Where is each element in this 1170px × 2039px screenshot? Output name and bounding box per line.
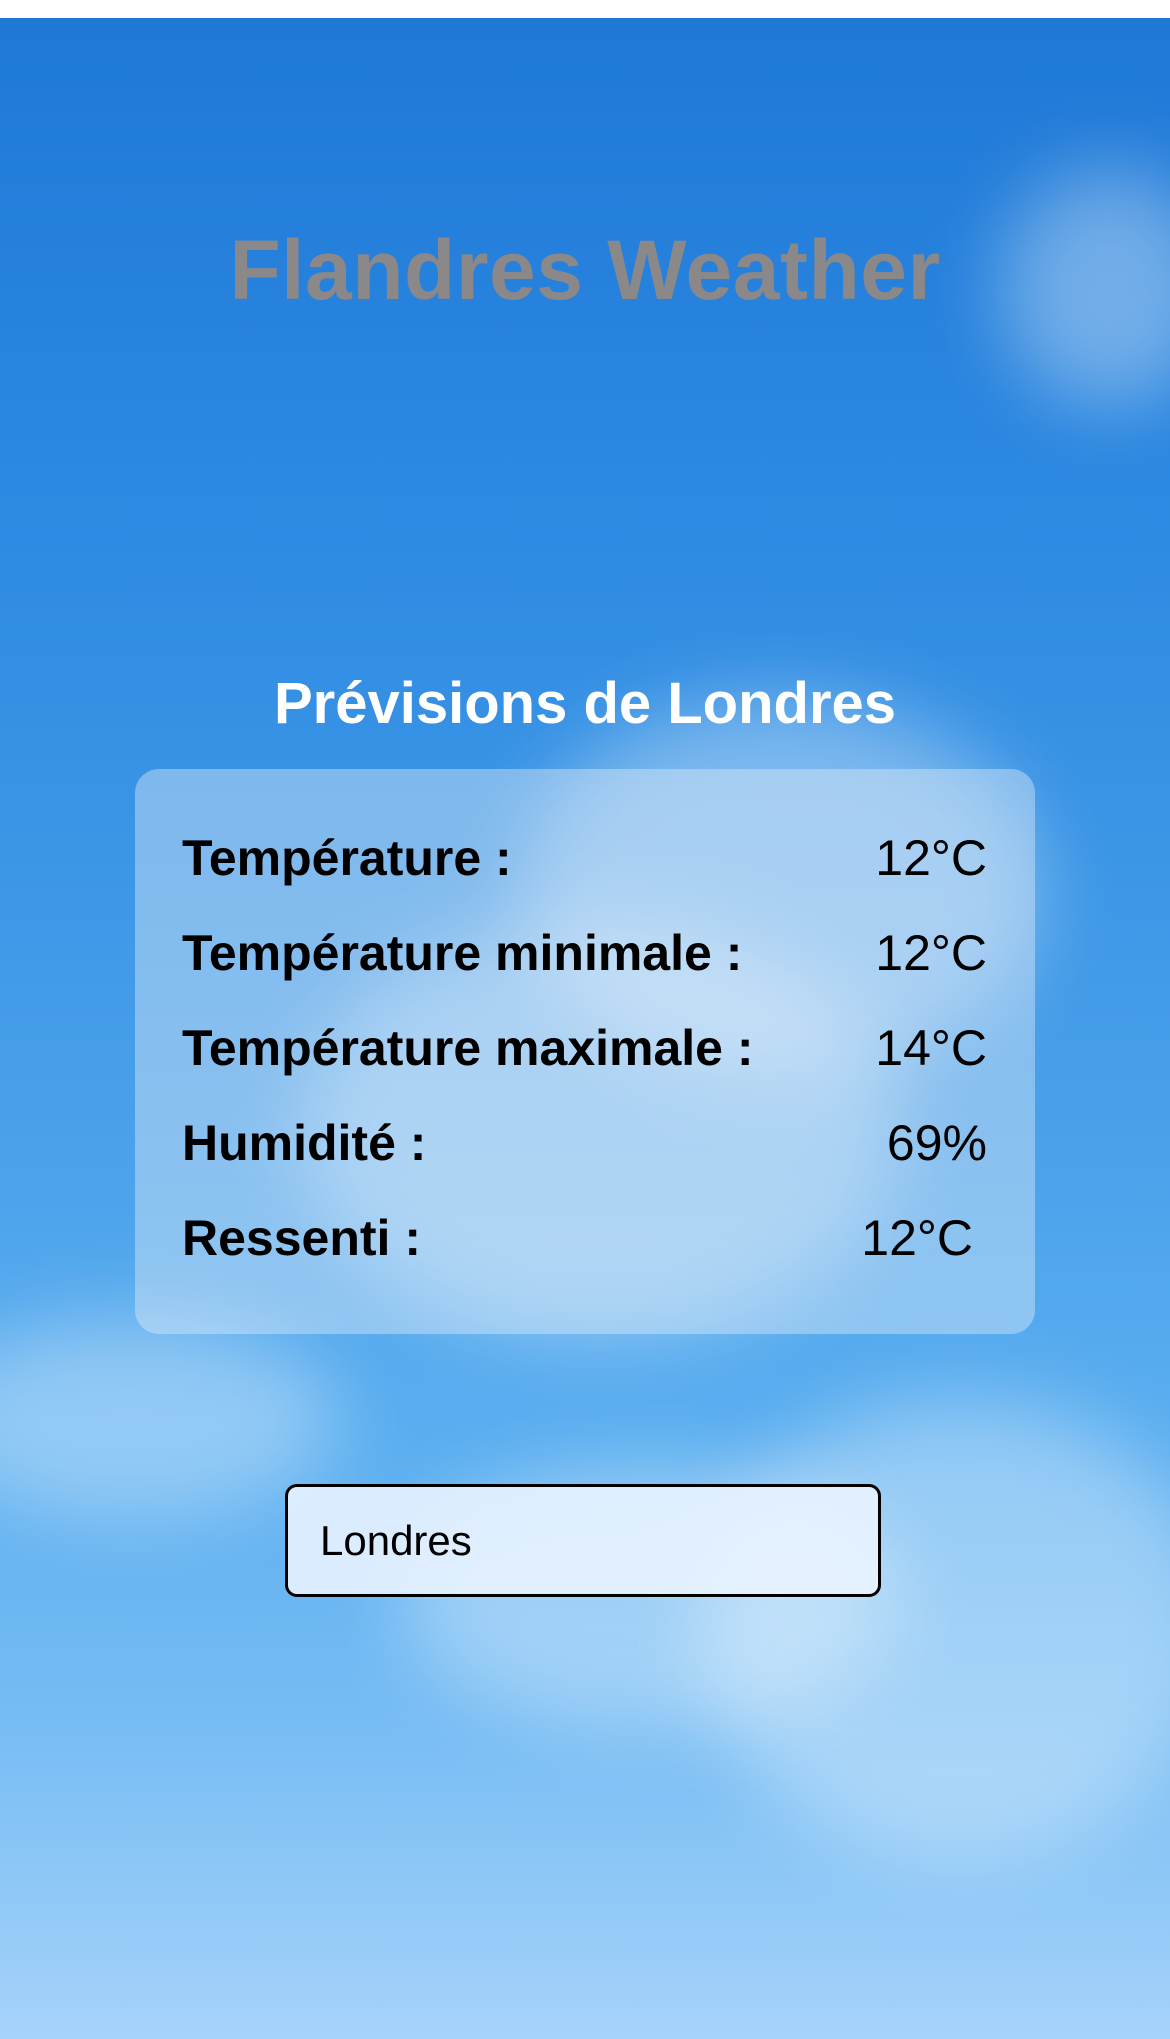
forecast-row-feels-like: Ressenti : 12°C xyxy=(182,1209,987,1279)
temperature-value: 12°C xyxy=(875,830,987,886)
humidity-label: Humidité : xyxy=(182,1115,427,1171)
max-temperature-value: 14°C xyxy=(875,1020,987,1076)
forecast-row-humidity: Humidité : 69% xyxy=(182,1114,987,1184)
temperature-label: Température : xyxy=(182,830,512,886)
forecast-card: Température : 12°C Température minimale … xyxy=(135,769,1035,1334)
forecast-row-max-temperature: Température maximale : 14°C xyxy=(182,1019,987,1089)
min-temperature-label: Température minimale : xyxy=(182,925,743,981)
humidity-value: 69% xyxy=(886,1115,987,1171)
app-title: Flandres Weather xyxy=(229,223,941,317)
min-temperature-value: 12°C xyxy=(875,925,987,981)
city-search-input[interactable] xyxy=(285,1484,881,1597)
feels-like-label: Ressenti : xyxy=(182,1210,421,1266)
forecast-heading: Prévisions de Londres xyxy=(273,671,897,736)
forecast-row-temperature: Température : 12°C xyxy=(182,829,987,899)
forecast-row-min-temperature: Température minimale : 12°C xyxy=(182,924,987,994)
feels-like-value: 12°C xyxy=(861,1210,973,1266)
max-temperature-label: Température maximale : xyxy=(182,1020,754,1076)
